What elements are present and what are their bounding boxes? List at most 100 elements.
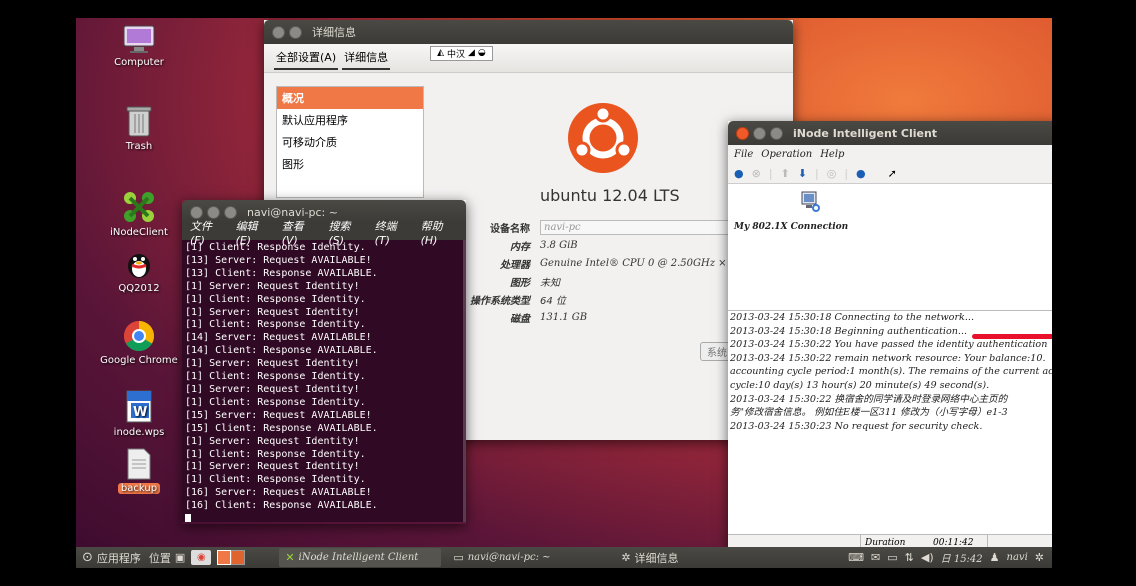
user-name[interactable]: navi: [1007, 552, 1028, 563]
terminal-line: [1] Server: Request Identity!: [185, 383, 360, 395]
log-line: 2013-03-24 15:30:23 No request for secur…: [730, 420, 983, 432]
desktop-icon-computer[interactable]: Computer: [94, 24, 184, 68]
info-value: 未知: [540, 277, 560, 289]
ime-indicator[interactable]: ◭ 中汉 ◢ ◒: [430, 45, 493, 61]
log-line: 2013-03-24 15:30:18 Connecting to the ne…: [730, 312, 975, 323]
maximize-button[interactable]: [770, 126, 783, 140]
desktop-icon-label: inode.wps: [113, 427, 165, 438]
places-menu-label: 位置: [148, 551, 171, 565]
task-label: iNode Intelligent Client: [298, 552, 419, 563]
connect-icon[interactable]: ●: [734, 167, 744, 180]
menu-operation[interactable]: Operation: [761, 149, 812, 160]
text-file-icon: [126, 448, 152, 480]
desktop-icon-backup[interactable]: backup: [94, 448, 184, 494]
terminal-line: [1] Client: Response Identity.: [185, 319, 366, 331]
minimize-button[interactable]: [289, 25, 302, 39]
desktop-icon-label: Computer: [114, 57, 164, 68]
inode-menubar: File Operation Help: [728, 145, 1052, 163]
terminal-line: [1] Client: Response Identity.: [185, 448, 366, 460]
show-desktop-icon[interactable]: ▣: [175, 551, 185, 564]
clock[interactable]: 日 15:42: [941, 550, 983, 565]
cursor-icon: ➚: [887, 166, 897, 180]
desktop-icon-chrome[interactable]: Google Chrome: [94, 320, 184, 366]
ime-settings-icon: ◢ ◒: [468, 48, 486, 58]
info-row-device: 设备名称 navi-pc: [444, 218, 736, 236]
gear-icon: ✲: [621, 551, 631, 564]
minimize-button[interactable]: [753, 126, 766, 140]
sidebar-item-graphics[interactable]: 图形: [277, 153, 423, 175]
qq-icon: [124, 248, 154, 280]
details-sidebar: 概况 默认应用程序 可移动介质 图形: [276, 86, 424, 198]
menu-help[interactable]: Help: [820, 149, 844, 160]
places-menu[interactable]: 位置: [147, 548, 173, 567]
details-tab-button[interactable]: 详细信息: [342, 46, 391, 70]
device-name-field[interactable]: navi-pc: [540, 219, 732, 235]
all-settings-button[interactable]: 全部设置(A): [274, 46, 339, 70]
close-button[interactable]: [272, 25, 285, 39]
window-title: iNode Intelligent Client: [793, 126, 938, 140]
terminal-line: [14] Server: Request AVAILABLE!: [185, 332, 372, 344]
task-terminal[interactable]: ▭ navi@navi-pc: ~: [447, 548, 609, 567]
workspace-switcher-icon[interactable]: [217, 550, 246, 565]
separator: |: [768, 166, 773, 180]
apps-menu[interactable]: ⊙ 应用程序: [76, 548, 147, 567]
desktop-icon-qq[interactable]: QQ2012: [94, 248, 184, 294]
bottom-panel: ⊙ 应用程序 位置 ▣ ◉ ✕ iNode Intelligent Client…: [76, 547, 1052, 568]
desktop-icon-inode-wps[interactable]: W inode.wps: [94, 390, 184, 438]
log-line: 2013-03-24 15:30:22 You have passed the …: [730, 339, 1048, 351]
user-icon: ♟: [989, 551, 1000, 564]
terminal-line: [1] Server: Request Identity!: [185, 435, 360, 447]
details-info-table: 设备名称 navi-pc 内存 3.8 GiB 处理器 Genuine Inte…: [444, 218, 736, 326]
sidebar-item-overview[interactable]: 概况: [277, 87, 423, 109]
download-icon[interactable]: ⬇: [798, 167, 807, 180]
task-label: navi@navi-pc: ~: [467, 552, 551, 563]
properties-icon[interactable]: ◎: [827, 167, 837, 180]
upload-icon[interactable]: ⬆: [781, 167, 790, 180]
details-titlebar[interactable]: 详细信息: [264, 20, 793, 44]
chrome-launcher-icon[interactable]: ◉: [191, 550, 212, 565]
sidebar-item-removable-media[interactable]: 可移动介质: [277, 131, 423, 153]
sidebar-item-default-apps[interactable]: 默认应用程序: [277, 109, 423, 131]
menu-help[interactable]: 帮助(H): [421, 218, 458, 247]
inode-window: iNode Intelligent Client File Operation …: [728, 121, 1052, 551]
connection-item[interactable]: My 802.1X Connection: [734, 190, 848, 232]
volume-icon[interactable]: ◀): [921, 551, 934, 564]
desktop: Computer Trash iNodeClient QQ2012 Google…: [76, 18, 1052, 568]
task-inode[interactable]: ✕ iNode Intelligent Client: [279, 548, 442, 567]
task-label: 详细信息: [634, 551, 679, 565]
keyboard-icon[interactable]: ⌨: [848, 551, 864, 564]
terminal-line: [1] Client: Response Identity.: [185, 474, 366, 486]
os-name: ubuntu 12.04 LTS: [540, 186, 680, 205]
ubuntu-logo-icon: [567, 102, 639, 174]
desktop-icon-trash[interactable]: Trash: [94, 104, 184, 152]
task-details[interactable]: ✲ 详细信息: [615, 548, 777, 567]
battery-icon[interactable]: ▭: [887, 551, 897, 564]
terminal-line: [13] Client: Response AVAILABLE.: [185, 267, 378, 279]
terminal-line: [16] Server: Request AVAILABLE!: [185, 487, 372, 499]
apps-menu-label: 应用程序: [96, 551, 141, 565]
network-icon[interactable]: ⇅: [905, 551, 914, 564]
power-icon[interactable]: ✲: [1035, 551, 1044, 564]
disconnect-icon[interactable]: ⊗: [752, 167, 761, 180]
connection-area: My 802.1X Connection: [728, 184, 1052, 311]
menu-terminal[interactable]: 终端(T): [375, 218, 411, 247]
terminal-line: [1] Server: Request Identity!: [185, 280, 360, 292]
ubuntu-menu-icon: ⊙: [82, 550, 93, 565]
terminal-line: [14] Client: Response AVAILABLE.: [185, 345, 378, 357]
inode-log[interactable]: 2013-03-24 15:30:18 Connecting to the ne…: [728, 311, 1052, 543]
desktop-icon-label: Trash: [125, 141, 153, 152]
desktop-icon-inodeclient[interactable]: iNodeClient: [94, 190, 184, 238]
close-button[interactable]: [736, 126, 749, 140]
inode-titlebar[interactable]: iNode Intelligent Client: [728, 121, 1052, 145]
penguin-icon: ◭: [437, 48, 445, 58]
desktop-icon-label: iNodeClient: [110, 227, 168, 238]
mail-icon[interactable]: ✉: [871, 551, 880, 564]
terminal-line: [13] Server: Request AVAILABLE!: [185, 254, 372, 266]
log-line: cycle:10 day(s) 13 hour(s) 20 minute(s) …: [730, 379, 990, 391]
network-connection-icon: [774, 190, 848, 218]
separator: |: [814, 166, 819, 180]
terminal-output[interactable]: [1] Client: Response Identity. [13] Serve…: [182, 240, 466, 522]
menu-file[interactable]: File: [734, 149, 753, 160]
terminal-line: [15] Client: Response AVAILABLE.: [185, 422, 378, 434]
info-icon[interactable]: ●: [856, 167, 866, 180]
